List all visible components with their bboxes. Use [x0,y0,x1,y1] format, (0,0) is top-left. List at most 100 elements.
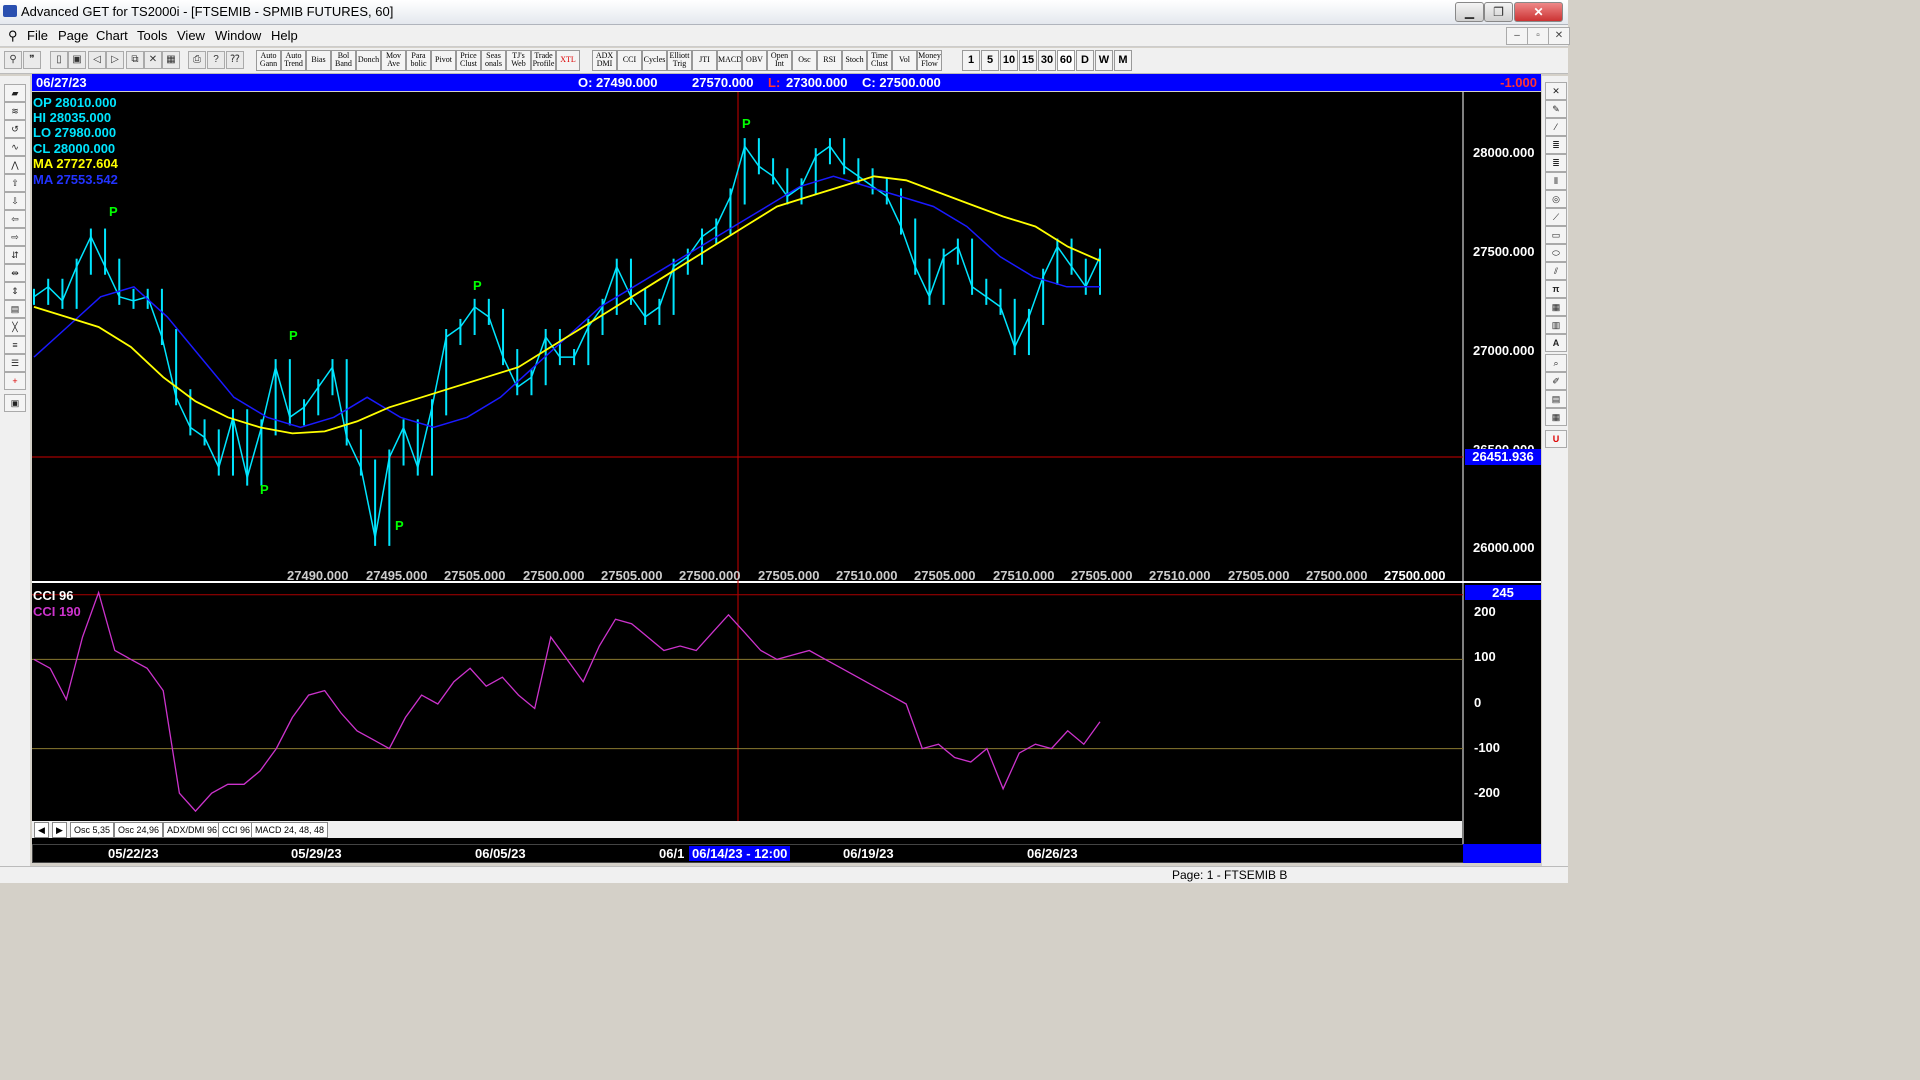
notes-icon[interactable]: ▦ [1545,408,1567,426]
period-button-15[interactable]: 15 [1019,50,1037,71]
mdi-minimize-button[interactable]: – [1506,27,1528,45]
help-icon[interactable]: ? [207,51,225,69]
save-icon[interactable]: ▣ [4,394,26,412]
menu-view[interactable]: View [177,28,205,43]
arrow-up-icon[interactable]: ⇧ [4,174,26,192]
tab-adx-dmi[interactable]: ADX/DMI 96 [163,822,222,838]
study-button-macd[interactable]: MACD [717,50,742,71]
compress-v-icon[interactable]: ⇕ [4,282,26,300]
study-button-elliott-trig[interactable]: Elliott Trig [667,50,692,71]
study-button-money-flow[interactable]: Money Flow [917,50,942,71]
magnet-icon[interactable]: U [1545,430,1567,448]
gann-icon[interactable]: ≡ [4,336,26,354]
study-button-tjs-web[interactable]: TJ's Web [506,50,531,71]
arrow-right-icon[interactable]: ⇨ [4,228,26,246]
study-button-vol[interactable]: Vol [892,50,917,71]
menu-page[interactable]: Page [58,28,88,43]
layers-icon[interactable]: ▤ [1545,390,1567,408]
period-button-1[interactable]: 1 [962,50,980,71]
grid-tool-icon[interactable]: ▦ [1545,298,1567,316]
pencil-icon[interactable]: ✎ [1545,100,1567,118]
zoom-icon[interactable]: ⌕ [1545,354,1567,372]
study-button-trade-profile[interactable]: Trade Profile [531,50,556,71]
tab-cci-96[interactable]: CCI 96 [218,822,255,838]
crosshair-icon[interactable]: + [4,372,26,390]
study-button-mov-ave[interactable]: Mov Ave [381,50,406,71]
compress-h-icon[interactable]: ⇹ [4,264,26,282]
minimize-button[interactable]: ▁ [1455,2,1484,22]
study-button-osc[interactable]: Osc [792,50,817,71]
lines-icon[interactable]: ╳ [4,318,26,336]
tab-osc-24-96[interactable]: Osc 24,96 [114,822,164,838]
delete-icon[interactable]: ✕ [144,51,162,69]
fib-icon[interactable]: ☰ [4,354,26,372]
context-help-icon[interactable]: ⁇ [226,51,244,69]
arrow-left-icon[interactable]: ⇦ [4,210,26,228]
mob-icon[interactable]: ▥ [1545,316,1567,334]
pin-icon[interactable]: ⚲ [8,28,18,44]
marker-icon[interactable]: ✐ [1545,372,1567,390]
period-button-d[interactable]: D [1076,50,1094,71]
arrow-down-icon[interactable]: ⇩ [4,192,26,210]
channel-icon[interactable]: ⫽ [1545,262,1567,280]
study-button-auto-trend[interactable]: Auto Trend [281,50,306,71]
text-icon[interactable]: A [1545,334,1567,352]
fib-time-icon[interactable]: ⦀ [1545,172,1567,190]
scale-icon[interactable]: ⇵ [4,246,26,264]
fib-retracement-icon[interactable]: ≣ [1545,136,1567,154]
studies-icon[interactable]: ≋ [4,102,26,120]
menu-chart[interactable]: Chart [96,28,128,43]
menu-file[interactable]: File [27,28,48,43]
link-icon[interactable]: ⧉ [126,51,144,69]
new-page-icon[interactable]: ▯ [50,51,68,69]
back-icon[interactable]: ◁ [88,51,106,69]
study-button-stoch[interactable]: Stoch [842,50,867,71]
study-button-rsi[interactable]: RSI [817,50,842,71]
period-button-60[interactable]: 60 [1057,50,1075,71]
tab-macd[interactable]: MACD 24, 48, 48 [251,822,329,838]
quote-icon[interactable]: ❞ [23,51,41,69]
maximize-button[interactable]: ❐ [1484,2,1513,22]
study-button-xtl[interactable]: XTL [556,50,580,71]
table-icon[interactable]: ▤ [4,300,26,318]
print-icon[interactable]: ⎙ [188,51,206,69]
period-button-10[interactable]: 10 [1000,50,1018,71]
reset-icon[interactable]: ↺ [4,120,26,138]
study-button-obv[interactable]: OBV [742,50,767,71]
cursor-icon[interactable]: ⚲ [4,51,22,69]
study-button-adx-dmi[interactable]: ADX DMI [592,50,617,71]
pti-icon[interactable]: π [1545,280,1567,298]
period-button-m[interactable]: M [1114,50,1132,71]
fan-icon[interactable]: ⟋ [1545,208,1567,226]
study-button-cci[interactable]: CCI [617,50,642,71]
study-button-donch[interactable]: Donch [356,50,381,71]
study-button-open-int[interactable]: Open Int [767,50,792,71]
study-button-para-bolic[interactable]: Para bolic [406,50,431,71]
copy-icon[interactable]: ▣ [68,51,86,69]
menu-tools[interactable]: Tools [137,28,167,43]
menu-window[interactable]: Window [215,28,261,43]
mdi-restore-button[interactable]: ▫ [1527,27,1549,45]
tab-scroll-right[interactable]: ▶ [52,822,67,838]
study-button-cycles[interactable]: Cycles [642,50,667,71]
grid-icon[interactable]: ▦ [162,51,180,69]
study-button-pivot[interactable]: Pivot [431,50,456,71]
chart-area[interactable]: P P P P P P OP 28010.000 HI 28035.000 LO 2798… [32,92,1541,844]
study-button-bol-band[interactable]: Bol Band [331,50,356,71]
period-button-30[interactable]: 30 [1038,50,1056,71]
period-button-w[interactable]: W [1095,50,1113,71]
spiral-icon[interactable]: ◎ [1545,190,1567,208]
study-icon[interactable]: ∿ [4,138,26,156]
mdi-close-button[interactable]: ✕ [1548,27,1570,45]
close-button[interactable]: ✕ [1514,2,1563,22]
open-folder-icon[interactable]: ▰ [4,84,26,102]
tab-scroll-left[interactable]: ◀ [34,822,49,838]
study-button-seas-onals[interactable]: Seas onals [481,50,506,71]
elliott-icon[interactable]: ⋀ [4,156,26,174]
study-button-bias[interactable]: Bias [306,50,331,71]
study-button-price-clust[interactable]: Price Clust [456,50,481,71]
study-button-auto-gann[interactable]: Auto Gann [256,50,281,71]
study-button-jti[interactable]: JTI [692,50,717,71]
tab-osc-5-35[interactable]: Osc 5,35 [70,822,115,838]
menu-help[interactable]: Help [271,28,298,43]
